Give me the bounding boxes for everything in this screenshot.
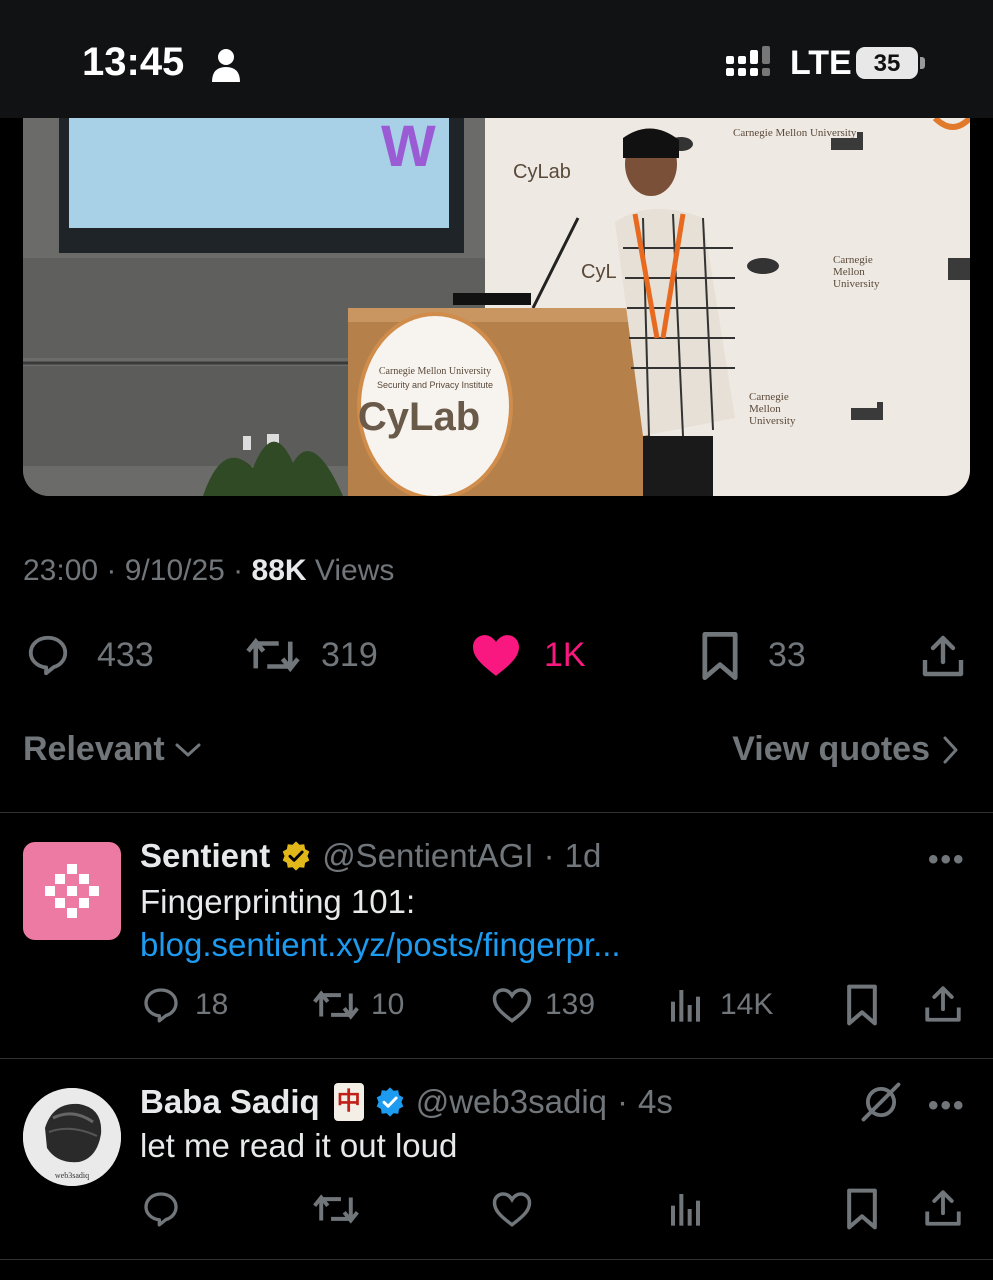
like-button[interactable]: 1K [470,630,610,680]
bookmark-icon[interactable] [842,1187,882,1231]
tweet-meta: 23:00 · 9/10/25 · 88K Views [23,554,395,587]
battery-icon: 35 [856,45,926,81]
podium-brand: CyLab [358,395,480,439]
repost-icon[interactable] [313,1189,359,1229]
avatar-image: web3sadiq [23,1088,121,1186]
heart-filled-icon [473,635,519,676]
avatar-caption: web3sadiq [55,1171,89,1180]
tweet-photo[interactable]: W CyLab CyL Carnegie Mellon University C… [23,118,970,496]
view-quotes-link[interactable]: View quotes [732,730,960,769]
repost-icon [246,637,300,673]
svg-text:CyL: CyL [581,261,617,283]
backdrop-cmu-1: Carnegie Mellon University [733,127,857,139]
user-handle[interactable]: @web3sadiq [416,1083,607,1121]
like-count: 139 [545,988,596,1021]
reply-icon [144,988,178,1023]
view-quotes-label: View quotes [732,730,930,768]
reply-item[interactable]: web3sadiq Baba Sadiq 中 @web3sadiq · 4s •… [0,1059,993,1259]
share-icon[interactable] [922,983,964,1025]
reply-count: 433 [97,636,154,674]
more-icon[interactable]: ••• [928,843,966,877]
reply-button[interactable]: 433 [23,630,183,680]
repost-button[interactable]: 319 [245,630,395,680]
heart-icon[interactable] [491,1189,533,1229]
heart-icon [492,988,532,1023]
chevron-right-icon [943,736,958,763]
repost-icon [313,990,359,1020]
tweet-date: 9/10/25 [124,554,225,587]
status-bar: 13:45 LTE 35 [0,0,993,118]
chevron-down-icon [175,743,201,756]
reply-text: Fingerprinting 101: [140,883,416,920]
repost-count: 319 [321,636,378,674]
reply-age: 4s [638,1083,673,1120]
grok-icon[interactable] [860,1081,902,1123]
reply-header: Sentient @SentientAGI · 1d [140,837,602,875]
divider [0,1259,993,1260]
person-icon [212,49,240,82]
reply-link[interactable]: blog.sentient.xyz/posts/fingerpr... [140,926,621,964]
analytics-icon[interactable] [668,1189,704,1229]
like-button[interactable]: 139 [491,983,611,1027]
mahjong-flag: 中 [333,1083,364,1121]
signal-icon [726,46,770,76]
reply-age: 1d [564,837,602,874]
repost-count: 10 [371,988,405,1021]
bookmark-icon[interactable] [842,983,882,1027]
verified-blue-icon [376,1087,404,1117]
share-icon[interactable] [918,632,968,680]
user-name[interactable]: Baba Sadiq [140,1083,320,1121]
analytics-icon [671,990,700,1022]
more-icon[interactable]: ••• [928,1089,966,1123]
reply-icon[interactable] [140,1189,182,1229]
reply-item[interactable]: Sentient @SentientAGI · 1d ••• Fingerpri… [0,813,993,1058]
reply-icon [28,635,68,676]
svg-text:Carnegie: Carnegie [749,391,789,403]
svg-text:University: University [833,278,880,290]
bookmark-count: 33 [768,636,806,674]
tweet-action-bar: 433 319 1K 33 [0,620,993,690]
battery-level: 35 [873,50,901,77]
svg-text:Mellon: Mellon [833,266,865,278]
reply-action-bar: 18 10 139 14K [140,983,980,1027]
status-time: 13:45 [82,40,185,84]
svg-text:Carnegie: Carnegie [833,254,873,266]
conference-photo: W CyLab CyL Carnegie Mellon University C… [23,118,970,496]
reply-count: 18 [195,988,229,1021]
like-count: 1K [544,636,586,674]
svg-text:Mellon: Mellon [749,403,781,415]
svg-text:University: University [749,415,796,427]
bookmark-icon [702,631,738,681]
podium-line-1: Carnegie Mellon University [379,366,491,377]
views-count: 88K [251,554,307,587]
views-count: 14K [720,988,774,1021]
sentient-logo-icon [45,864,99,918]
repost-button[interactable]: 10 [313,983,413,1027]
bookmark-button[interactable]: 33 [698,630,828,681]
network-type: LTE [790,44,852,82]
sort-dropdown[interactable]: Relevant [23,730,203,769]
backdrop-cylab: CyLab [513,161,571,183]
avatar[interactable]: web3sadiq [23,1088,121,1186]
svg-text:W: W [381,118,436,179]
reply-button[interactable]: 18 [140,983,240,1027]
views-button[interactable]: 14K [668,983,788,1027]
reply-header: Baba Sadiq 中 @web3sadiq · 4s [140,1083,673,1121]
user-handle[interactable]: @SentientAGI [322,837,533,875]
share-icon[interactable] [922,1187,964,1229]
podium-line-2: Security and Privacy Institute [377,380,493,390]
tweet-time: 23:00 [23,554,99,587]
reply-action-bar [140,1187,980,1231]
user-name[interactable]: Sentient [140,837,270,875]
verified-gold-icon [282,841,310,871]
avatar[interactable] [23,842,121,940]
views-label: Views [314,554,395,587]
sort-label: Relevant [23,730,165,768]
reply-text: let me read it out loud [140,1127,458,1164]
